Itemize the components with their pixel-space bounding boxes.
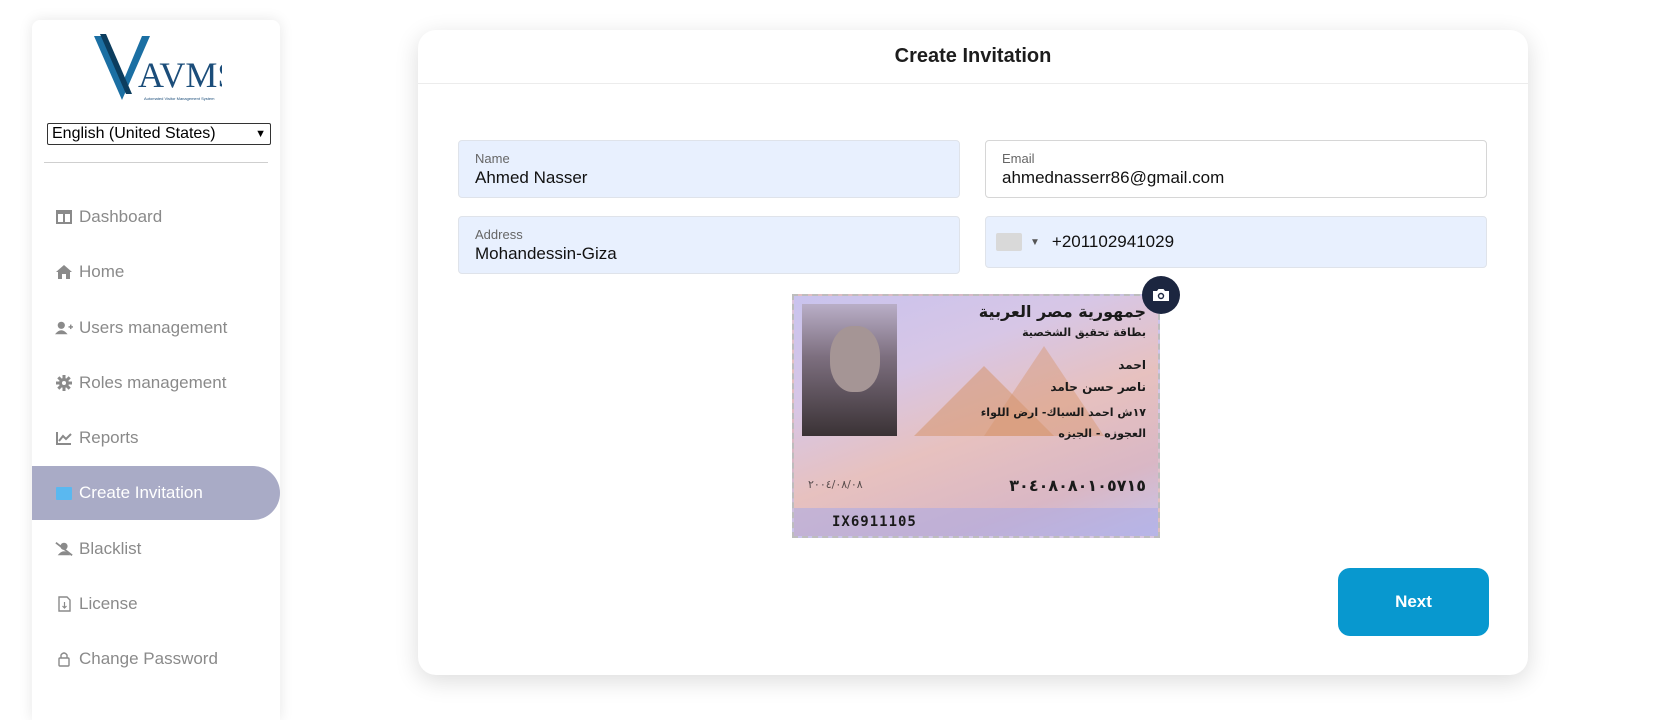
id-card-date: ٢٠٠٤/٠٨/٠٨ — [808, 478, 863, 491]
sidebar-item-create-invitation[interactable]: Create Invitation — [32, 466, 280, 520]
language-select[interactable]: English (United States) ▼ — [47, 123, 271, 145]
sidebar-item-dashboard[interactable]: Dashboard — [32, 190, 280, 244]
caret-down-icon[interactable]: ▼ — [1030, 237, 1040, 248]
app-logo: AVMS Automated Visitor Management System — [92, 32, 237, 104]
create-invitation-card: Create Invitation Name Ahmed Nasser Emai… — [418, 30, 1528, 675]
sidebar-item-label: Reports — [79, 428, 139, 447]
sidebar: AVMS Automated Visitor Management System… — [32, 20, 280, 720]
address-field[interactable]: Address Mohandessin-Giza — [458, 216, 960, 274]
id-card-first-name: احمد — [1118, 358, 1146, 372]
phone-field[interactable]: ▼ +201102941029 — [985, 216, 1487, 268]
file-icon — [55, 595, 73, 613]
email-field-label: Email — [1002, 151, 1035, 166]
chevron-down-icon: ▼ — [255, 128, 266, 140]
sidebar-item-label: Users management — [79, 318, 228, 337]
sidebar-item-users-management[interactable]: Users management — [32, 301, 280, 355]
sidebar-item-label: Change Password — [79, 649, 218, 668]
id-card-national-id: ٣٠٤٠٨٠٨٠١٠٥٧١٥ — [1009, 476, 1146, 495]
id-card-address-2: العجوزه - الجيزه — [1058, 427, 1146, 440]
sidebar-item-label: Create Invitation — [79, 483, 203, 502]
svg-text:AVMS: AVMS — [138, 55, 222, 95]
sidebar-item-license[interactable]: License — [32, 577, 280, 631]
camera-icon — [1153, 289, 1169, 301]
gear-icon — [55, 374, 73, 392]
sidebar-item-roles-management[interactable]: Roles management — [32, 356, 280, 410]
user-slash-icon — [55, 540, 73, 558]
id-card-header: جمهورية مصر العربية — [978, 302, 1146, 321]
next-button[interactable]: Next — [1338, 568, 1489, 636]
address-field-label: Address — [475, 227, 523, 242]
sidebar-divider — [44, 162, 268, 163]
language-select-value: English (United States) — [52, 125, 216, 142]
name-field-value: Ahmed Nasser — [475, 168, 588, 187]
sidebar-item-label: License — [79, 594, 138, 613]
id-card-photo — [802, 304, 897, 436]
name-field-label: Name — [475, 151, 510, 166]
id-card-full-name: ناصر حسن حامد — [1050, 380, 1146, 394]
address-field-value: Mohandessin-Giza — [475, 244, 617, 263]
phone-field-value: +201102941029 — [1051, 232, 1175, 251]
envelope-icon — [55, 484, 73, 502]
sidebar-item-label: Dashboard — [79, 207, 163, 226]
user-plus-icon — [55, 319, 73, 337]
id-card-number: IX6911105 — [832, 514, 917, 530]
sidebar-item-label: Roles management — [79, 373, 227, 392]
country-flag-icon[interactable] — [996, 233, 1022, 251]
home-icon — [55, 263, 73, 281]
table-icon — [55, 208, 73, 226]
id-card-subheader: بطاقة تحقيق الشخصية — [1022, 326, 1146, 339]
camera-button[interactable] — [1142, 276, 1180, 314]
sidebar-item-reports[interactable]: Reports — [32, 411, 280, 465]
name-field[interactable]: Name Ahmed Nasser — [458, 140, 960, 198]
lock-icon — [55, 650, 73, 668]
page-title: Create Invitation — [418, 30, 1528, 84]
id-card-pyramid — [914, 366, 1054, 436]
sidebar-item-label: Home — [79, 262, 125, 281]
svg-text:Automated Visitor Management S: Automated Visitor Management System — [144, 96, 215, 101]
sidebar-item-change-password[interactable]: Change Password — [32, 632, 280, 686]
email-field-value: ahmednasserr86@gmail.com — [1002, 168, 1225, 187]
id-card-face — [830, 326, 880, 392]
sidebar-item-label: Blacklist — [79, 539, 142, 558]
sidebar-item-home[interactable]: Home — [32, 245, 280, 299]
sidebar-item-blacklist[interactable]: Blacklist — [32, 522, 280, 576]
id-card-image: جمهورية مصر العربية بطاقة تحقيق الشخصية … — [792, 294, 1160, 538]
id-card-address-1: ١٧ش احمد السباك- ارض اللواء — [980, 406, 1146, 419]
chart-line-icon — [55, 429, 73, 447]
email-field[interactable]: Email ahmednasserr86@gmail.com — [985, 140, 1487, 198]
